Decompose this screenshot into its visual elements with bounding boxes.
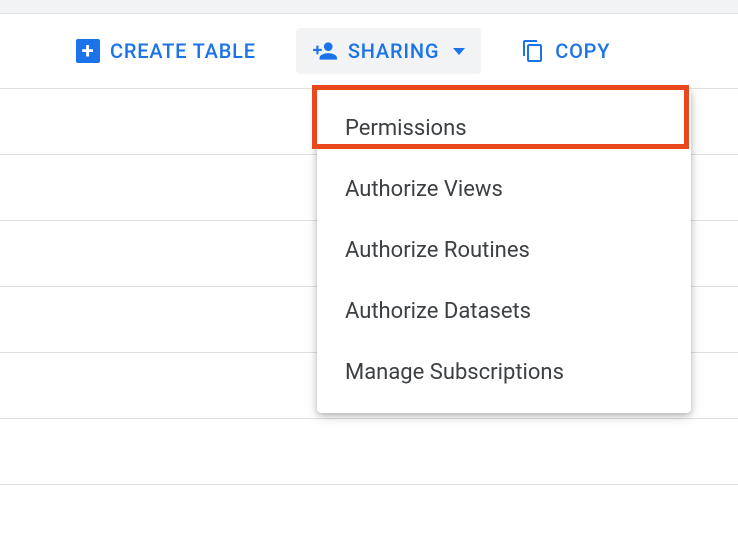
menu-item-manage-subscriptions[interactable]: Manage Subscriptions <box>317 342 691 403</box>
sharing-dropdown-menu: Permissions Authorize Views Authorize Ro… <box>317 88 691 413</box>
menu-item-permissions[interactable]: Permissions <box>317 98 691 159</box>
sharing-label: SHARING <box>348 39 439 63</box>
table-row <box>0 484 738 550</box>
menu-item-authorize-routines[interactable]: Authorize Routines <box>317 220 691 281</box>
table-row <box>0 418 738 484</box>
create-table-label: CREATE TABLE <box>110 39 256 63</box>
menu-item-authorize-views[interactable]: Authorize Views <box>317 159 691 220</box>
copy-icon <box>521 39 545 63</box>
copy-button[interactable]: COPY <box>505 29 626 73</box>
plus-icon: + <box>76 39 100 63</box>
chevron-down-icon <box>453 48 465 55</box>
toolbar: + CREATE TABLE SHARING COPY <box>0 14 738 88</box>
menu-item-authorize-datasets[interactable]: Authorize Datasets <box>317 281 691 342</box>
copy-label: COPY <box>555 39 610 63</box>
top-bar <box>0 0 738 14</box>
rows-container: Permissions Authorize Views Authorize Ro… <box>0 88 738 550</box>
sharing-button[interactable]: SHARING <box>296 28 481 74</box>
person-add-icon <box>312 38 338 64</box>
create-table-button[interactable]: + CREATE TABLE <box>60 29 272 73</box>
